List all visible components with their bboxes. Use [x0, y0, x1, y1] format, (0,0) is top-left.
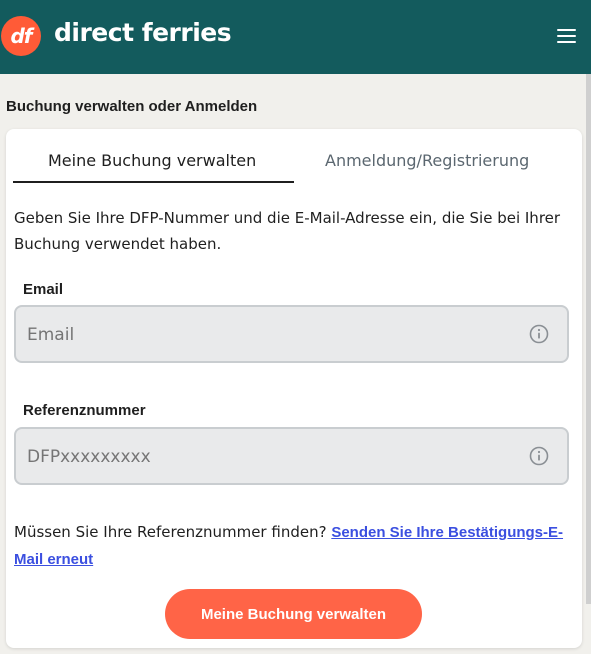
hamburger-menu-icon[interactable]	[557, 29, 576, 43]
manage-booking-card: Meine Buchung verwalten Anmeldung/Regist…	[6, 129, 582, 648]
email-field[interactable]	[27, 325, 507, 345]
tab-login-register[interactable]: Anmeldung/Registrierung	[325, 151, 529, 170]
email-field-box[interactable]	[14, 305, 569, 363]
scrollbar[interactable]	[586, 74, 591, 604]
help-text: Müssen Sie Ihre Referenznummer finden?	[14, 523, 332, 541]
site-header: df direct ferries	[0, 0, 591, 74]
manage-booking-button[interactable]: Meine Buchung verwalten	[165, 589, 422, 639]
info-circle-icon[interactable]	[529, 446, 549, 466]
reference-label: Referenznummer	[23, 402, 146, 419]
reference-field-box[interactable]	[14, 427, 569, 485]
email-label: Email	[23, 281, 64, 298]
active-tab-indicator	[13, 181, 294, 183]
intro-text: Geben Sie Ihre DFP-Nummer und die E-Mail…	[14, 209, 561, 253]
page-title: Buchung verwalten oder Anmelden	[6, 98, 258, 115]
info-circle-icon[interactable]	[529, 324, 549, 344]
brand-name[interactable]: direct ferries	[54, 18, 232, 47]
tab-manage-booking[interactable]: Meine Buchung verwalten	[48, 151, 256, 170]
reference-number-field[interactable]	[27, 447, 507, 467]
direct-ferries-logo-icon[interactable]: df	[1, 16, 41, 56]
reference-help: Müssen Sie Ihre Referenznummer finden? S…	[14, 519, 574, 573]
